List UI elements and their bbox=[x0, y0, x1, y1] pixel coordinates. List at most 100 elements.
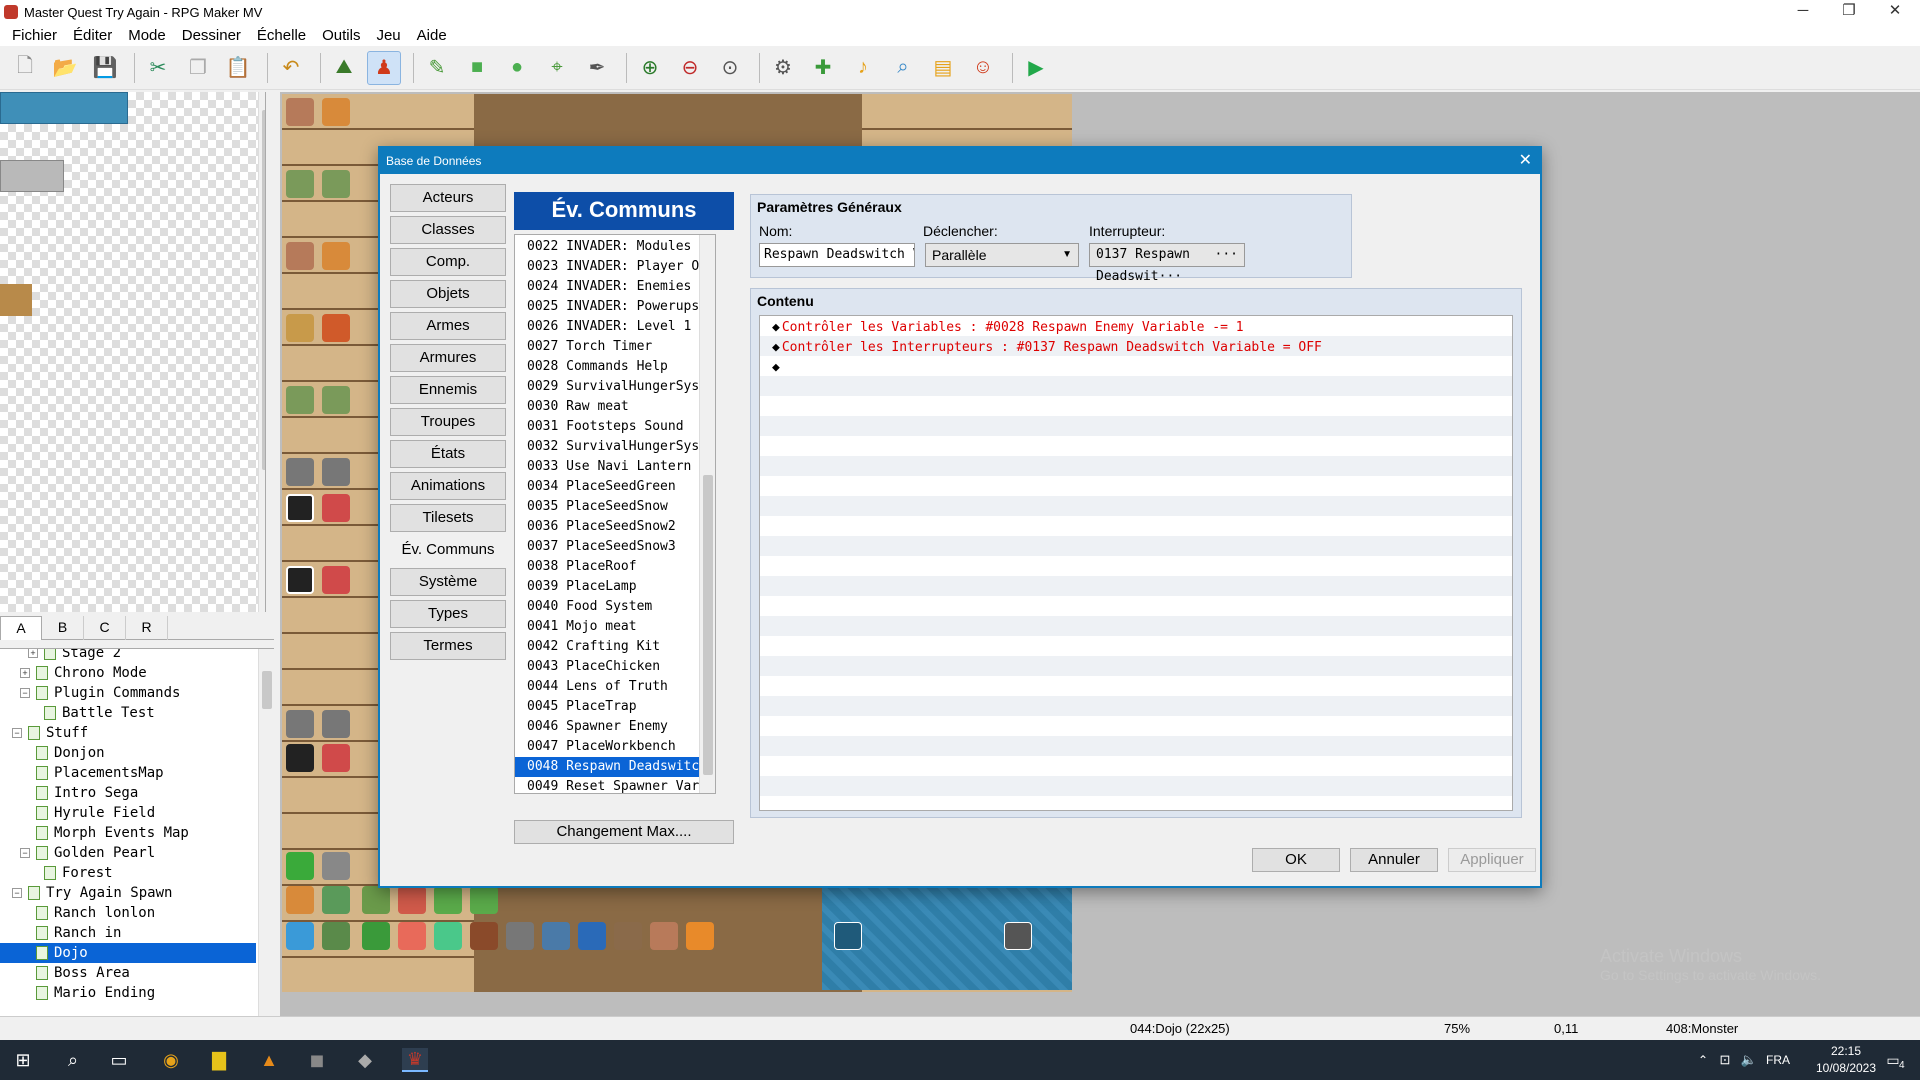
zoom-in-icon[interactable]: ⊕ bbox=[633, 51, 667, 85]
playtest-icon[interactable]: ▶ bbox=[1019, 51, 1053, 85]
common-event-item[interactable]: 0030 Raw meat bbox=[515, 397, 699, 417]
common-event-item[interactable]: 0022 INVADER: Modules bbox=[515, 237, 699, 257]
tab-r[interactable]: R bbox=[126, 616, 168, 640]
event-sprite[interactable] bbox=[286, 98, 314, 126]
ellipse-icon[interactable]: ● bbox=[500, 51, 534, 85]
common-event-item[interactable]: 0041 Mojo meat bbox=[515, 617, 699, 637]
event-sprite[interactable] bbox=[286, 242, 314, 270]
maximize-button[interactable]: ❐ bbox=[1826, 0, 1872, 24]
switch-selector[interactable]: 0137 Respawn Deadswit··· ··· bbox=[1089, 243, 1245, 284]
menu-fichier[interactable]: Fichier bbox=[4, 27, 65, 44]
common-event-item[interactable]: 0042 Crafting Kit bbox=[515, 637, 699, 657]
common-event-item[interactable]: 0044 Lens of Truth bbox=[515, 677, 699, 697]
common-events-list[interactable]: 0022 INVADER: Modules 0023 INVADER: Playe… bbox=[514, 234, 716, 794]
common-event-item[interactable]: 0027 Torch Timer bbox=[515, 337, 699, 357]
common-event-item[interactable]: 0037 PlaceSeedSnow3 bbox=[515, 537, 699, 557]
event-sprite[interactable] bbox=[434, 886, 462, 914]
map-tree-item[interactable]: Morph Events Map bbox=[0, 823, 256, 843]
switch-browse-button[interactable]: ··· bbox=[1215, 244, 1238, 266]
scrollbar-thumb[interactable] bbox=[262, 671, 272, 709]
map-tree-item[interactable]: − Try Again Spawn bbox=[0, 883, 256, 903]
event-sprite[interactable] bbox=[286, 710, 314, 738]
event-sprite[interactable] bbox=[322, 744, 350, 772]
menu-echelle[interactable]: Échelle bbox=[249, 27, 314, 44]
event-sprite[interactable] bbox=[286, 744, 314, 772]
menu-dessiner[interactable]: Dessiner bbox=[174, 27, 249, 44]
volume-icon[interactable]: 🔈 bbox=[1736, 1048, 1762, 1072]
event-command-row[interactable]: ◆ bbox=[772, 358, 782, 378]
menu-editer[interactable]: Éditer bbox=[65, 27, 120, 44]
menu-outils[interactable]: Outils bbox=[314, 27, 368, 44]
event-command-list[interactable]: ◆ Contrôler les Variables : #0028 Respawn… bbox=[759, 315, 1513, 811]
common-event-item[interactable]: 0025 INVADER: Powerups bbox=[515, 297, 699, 317]
zoom-out-icon[interactable]: ⊖ bbox=[673, 51, 707, 85]
event-searcher-icon[interactable]: ⌕ bbox=[886, 51, 920, 85]
expand-toggle-icon[interactable]: − bbox=[20, 688, 30, 698]
event-sprite[interactable] bbox=[322, 386, 350, 414]
map-tree-item[interactable]: Hyrule Field bbox=[0, 803, 256, 823]
new-project-icon[interactable]: 🗋 bbox=[8, 51, 42, 85]
map-tree-item[interactable]: + Chrono Mode bbox=[0, 663, 256, 683]
event-sprite[interactable] bbox=[286, 494, 314, 522]
map-tree-item[interactable]: Forest bbox=[0, 863, 256, 883]
common-event-item[interactable]: 0033 Use Navi Lantern bbox=[515, 457, 699, 477]
map-tree-item[interactable]: Mario Ending bbox=[0, 983, 256, 1003]
event-sprite[interactable] bbox=[286, 852, 314, 880]
event-sprite[interactable] bbox=[322, 98, 350, 126]
common-event-item[interactable]: 0031 Footsteps Sound bbox=[515, 417, 699, 437]
common-event-item[interactable]: 0049 Reset Spawner Variable bbox=[515, 777, 699, 793]
event-sprite[interactable] bbox=[322, 242, 350, 270]
scrollbar-thumb[interactable] bbox=[703, 475, 713, 775]
map-tree-item[interactable]: − Golden Pearl bbox=[0, 843, 256, 863]
event-command-row[interactable]: ◆ Contrôler les Interrupteurs : #0137 Res… bbox=[772, 338, 1322, 358]
tile-palette[interactable] bbox=[0, 92, 266, 612]
map-tree[interactable]: + Stage 2 + Chrono Mode − Plugin Commands Batt… bbox=[0, 648, 274, 1016]
stone-tile[interactable] bbox=[0, 160, 64, 192]
event-sprite[interactable] bbox=[286, 566, 314, 594]
map-tree-item[interactable]: Boss Area bbox=[0, 963, 256, 983]
event-sprite[interactable] bbox=[542, 922, 570, 950]
expand-toggle-icon[interactable]: + bbox=[20, 668, 30, 678]
map-tree-item[interactable]: Ranch lonlon bbox=[0, 903, 256, 923]
common-event-item[interactable]: 0043 PlaceChicken bbox=[515, 657, 699, 677]
map-tree-item[interactable]: + Stage 2 bbox=[0, 649, 256, 663]
trigger-dropdown[interactable]: Parallèle ▼ bbox=[925, 243, 1079, 267]
nav-button[interactable]: Comp. bbox=[390, 248, 506, 276]
cut-icon[interactable]: ✂ bbox=[141, 51, 175, 85]
name-input[interactable]: Respawn Deadswitch Variable bbox=[759, 243, 915, 267]
nav-button[interactable]: Acteurs bbox=[390, 184, 506, 212]
tab-a[interactable]: A bbox=[0, 616, 42, 640]
expand-toggle-icon[interactable]: − bbox=[12, 888, 22, 898]
ok-button[interactable]: OK bbox=[1252, 848, 1340, 872]
nav-button[interactable]: Armures bbox=[390, 344, 506, 372]
event-sprite[interactable] bbox=[650, 922, 678, 950]
nav-button[interactable]: Animations bbox=[390, 472, 506, 500]
expand-toggle-icon[interactable]: + bbox=[28, 649, 38, 658]
event-sprite[interactable] bbox=[286, 170, 314, 198]
common-event-item[interactable]: 0047 PlaceWorkbench bbox=[515, 737, 699, 757]
save-project-icon[interactable]: 💾 bbox=[88, 51, 122, 85]
common-event-item[interactable]: 0036 PlaceSeedSnow2 bbox=[515, 517, 699, 537]
common-event-item[interactable]: 0028 Commands Help bbox=[515, 357, 699, 377]
resource-manager-icon[interactable]: ▤ bbox=[926, 51, 960, 85]
event-sprite[interactable] bbox=[286, 886, 314, 914]
map-tree-scrollbar[interactable] bbox=[258, 649, 274, 1016]
common-event-item[interactable]: 0045 PlaceTrap bbox=[515, 697, 699, 717]
vlc-icon[interactable]: ▲ bbox=[256, 1048, 282, 1072]
clock-time[interactable]: 22:15 bbox=[1816, 1044, 1876, 1058]
nav-button[interactable]: Termes bbox=[390, 632, 506, 660]
map-tree-item[interactable]: Ranch in bbox=[0, 923, 256, 943]
actual-size-icon[interactable]: ⊙ bbox=[713, 51, 747, 85]
nav-button[interactable]: Armes bbox=[390, 312, 506, 340]
map-tree-item[interactable]: Battle Test bbox=[0, 703, 256, 723]
expand-toggle-icon[interactable]: − bbox=[20, 848, 30, 858]
common-event-item[interactable]: 0024 INVADER: Enemies bbox=[515, 277, 699, 297]
event-sprite[interactable] bbox=[286, 386, 314, 414]
map-tree-item[interactable]: Intro Sega bbox=[0, 783, 256, 803]
database-gear-icon[interactable]: ⚙ bbox=[766, 51, 800, 85]
menu-mode[interactable]: Mode bbox=[120, 27, 174, 44]
nav-button[interactable]: Objets bbox=[390, 280, 506, 308]
sound-test-icon[interactable]: ♪ bbox=[846, 51, 880, 85]
common-event-item[interactable]: 0040 Food System bbox=[515, 597, 699, 617]
common-event-item[interactable]: 0034 PlaceSeedGreen bbox=[515, 477, 699, 497]
